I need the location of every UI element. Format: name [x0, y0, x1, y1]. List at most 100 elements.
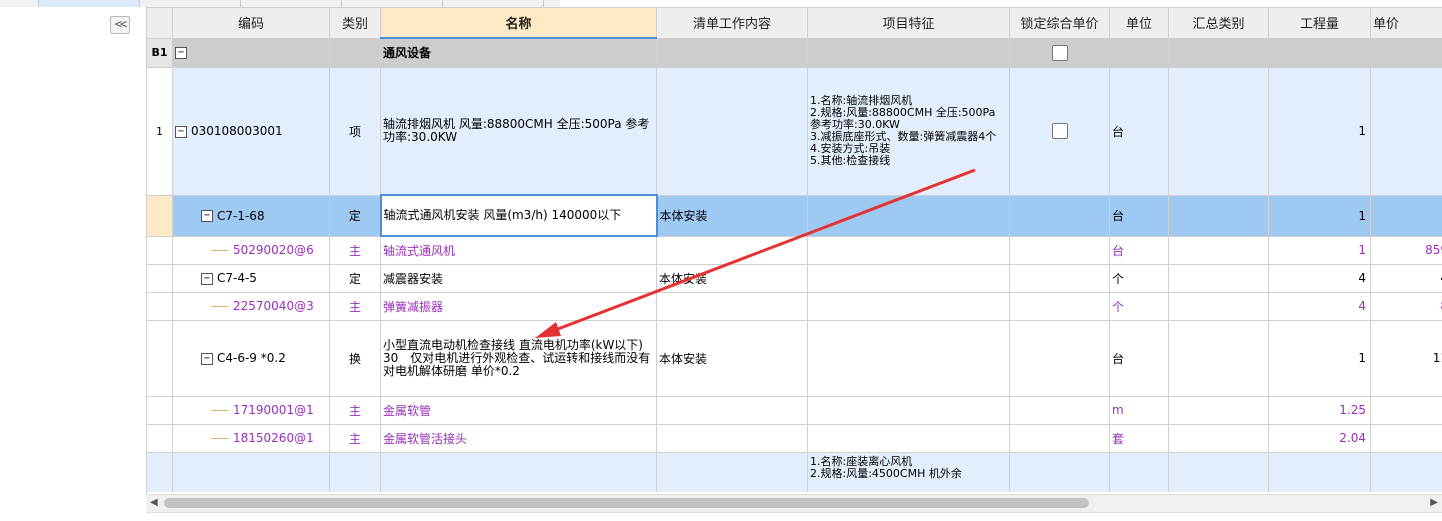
price-cell[interactable]	[1371, 38, 1442, 67]
price-cell[interactable]	[1371, 195, 1442, 236]
summary-cell[interactable]	[1169, 396, 1269, 424]
name-cell[interactable]: 小型直流电动机检查接线 直流电机功率(kW以下) 30 仅对电机进行外观检查、试…	[381, 320, 657, 396]
header-feature[interactable]: 项目特征	[808, 8, 1010, 39]
summary-cell[interactable]	[1169, 195, 1269, 236]
quantity-cell[interactable]	[1269, 452, 1371, 492]
unit-cell[interactable]	[1110, 452, 1169, 492]
content-cell[interactable]	[657, 452, 808, 492]
content-cell[interactable]: 本体安装	[657, 264, 808, 292]
lock-cell[interactable]	[1010, 396, 1110, 424]
summary-cell[interactable]	[1169, 320, 1269, 396]
feature-cell[interactable]	[808, 236, 1010, 264]
type-cell[interactable]: 定	[330, 264, 381, 292]
lock-checkbox[interactable]	[1052, 45, 1068, 61]
tab-3[interactable]	[140, 0, 241, 7]
collapse-panel-button[interactable]: <<	[110, 16, 130, 34]
collapse-icon[interactable]: −	[201, 353, 213, 365]
collapse-icon[interactable]: −	[175, 126, 187, 138]
scrollbar-thumb[interactable]	[164, 498, 1089, 508]
quantity-cell[interactable]: 1.25	[1269, 396, 1371, 424]
lock-cell[interactable]	[1010, 452, 1110, 492]
summary-cell[interactable]	[1169, 424, 1269, 452]
content-cell[interactable]	[657, 67, 808, 195]
type-cell[interactable]: 主	[330, 292, 381, 320]
lock-cell[interactable]	[1010, 236, 1110, 264]
feature-cell[interactable]	[808, 264, 1010, 292]
feature-cell[interactable]	[808, 396, 1010, 424]
lock-cell[interactable]	[1010, 320, 1110, 396]
table-row-material[interactable]: 17190001@1 主 金属软管 m 1.25	[147, 396, 1442, 424]
content-cell[interactable]: 本体安装	[657, 320, 808, 396]
price-cell[interactable]	[1371, 424, 1442, 452]
lock-cell[interactable]	[1010, 264, 1110, 292]
table-row-group[interactable]: B1 − 通风设备	[147, 38, 1442, 67]
tab-4[interactable]	[241, 0, 342, 7]
name-cell[interactable]: 金属软管	[381, 396, 657, 424]
unit-cell[interactable]: 个	[1110, 292, 1169, 320]
code-cell[interactable]: 22570040@3	[173, 292, 330, 320]
unit-cell[interactable]: 台	[1110, 195, 1169, 236]
tab-1[interactable]	[0, 0, 39, 7]
code-cell[interactable]: 18150260@1	[173, 424, 330, 452]
header-name[interactable]: 名称	[381, 8, 657, 39]
unit-cell[interactable]: 个	[1110, 264, 1169, 292]
table-row-material[interactable]: 18150260@1 主 金属软管活接头 套 2.04	[147, 424, 1442, 452]
type-cell[interactable]: 主	[330, 424, 381, 452]
header-content[interactable]: 清单工作内容	[657, 8, 808, 39]
feature-cell[interactable]	[808, 195, 1010, 236]
quantity-cell[interactable]: 2.04	[1269, 424, 1371, 452]
table-row-item[interactable]: 1.名称:座装离心风机 2.规格:风量:4500CMH 机外余	[147, 452, 1442, 492]
scroll-right-icon[interactable]: ▶	[1430, 497, 1438, 508]
feature-cell[interactable]	[808, 320, 1010, 396]
type-cell[interactable]: 换	[330, 320, 381, 396]
type-cell[interactable]: 项	[330, 67, 381, 195]
content-cell[interactable]	[657, 424, 808, 452]
content-cell[interactable]	[657, 236, 808, 264]
summary-cell[interactable]	[1169, 452, 1269, 492]
quantity-cell[interactable]: 1	[1269, 320, 1371, 396]
unit-cell[interactable]	[1110, 38, 1169, 67]
lock-cell[interactable]	[1010, 424, 1110, 452]
code-cell[interactable]: −C7-4-5	[173, 264, 330, 292]
unit-cell[interactable]: 台	[1110, 320, 1169, 396]
code-cell[interactable]: −030108003001	[173, 67, 330, 195]
unit-cell[interactable]: m	[1110, 396, 1169, 424]
header-type[interactable]: 类别	[330, 8, 381, 39]
lock-cell[interactable]	[1010, 195, 1110, 236]
collapse-icon[interactable]: −	[175, 47, 187, 59]
header-summary[interactable]: 汇总类别	[1169, 8, 1269, 39]
price-cell[interactable]: 859	[1371, 236, 1442, 264]
code-cell[interactable]: 50290020@6	[173, 236, 330, 264]
table-row-selected[interactable]: −C7-1-68 定 轴流式通风机安装 风量(m3/h) 140000以下 本体…	[147, 195, 1442, 236]
lock-cell[interactable]	[1010, 38, 1110, 67]
feature-cell[interactable]: 1.名称:轴流排烟风机 2.规格:风量:88800CMH 全压:500Pa 参考…	[808, 67, 1010, 195]
quantity-cell[interactable]: 1	[1269, 67, 1371, 195]
name-cell[interactable]: 轴流排烟风机 风量:88800CMH 全压:500Pa 参考功率:30.0KW	[381, 67, 657, 195]
header-unit[interactable]: 单位	[1110, 8, 1169, 39]
unit-cell[interactable]: 台	[1110, 236, 1169, 264]
content-cell[interactable]: 本体安装	[657, 195, 808, 236]
price-cell[interactable]	[1371, 67, 1442, 195]
horizontal-scrollbar[interactable]: ◀ ▶	[146, 494, 1442, 512]
header-lock-price[interactable]: 锁定综合单价	[1010, 8, 1110, 39]
type-cell[interactable]	[330, 452, 381, 492]
code-cell[interactable]: −	[173, 38, 330, 67]
tab-6[interactable]	[443, 0, 544, 7]
price-cell[interactable]: 11	[1371, 320, 1442, 396]
lock-checkbox[interactable]	[1052, 123, 1068, 139]
collapse-icon[interactable]: −	[201, 210, 213, 222]
content-cell[interactable]	[657, 38, 808, 67]
unit-cell[interactable]: 套	[1110, 424, 1169, 452]
feature-cell[interactable]: 1.名称:座装离心风机 2.规格:风量:4500CMH 机外余	[808, 452, 1010, 492]
scroll-left-icon[interactable]: ◀	[150, 497, 158, 508]
header-quantity[interactable]: 工程量	[1269, 8, 1371, 39]
price-cell[interactable]: 8	[1371, 292, 1442, 320]
table-row-item[interactable]: 1 −030108003001 项 轴流排烟风机 风量:88800CMH 全压:…	[147, 67, 1442, 195]
quantity-cell[interactable]: 1	[1269, 195, 1371, 236]
name-cell[interactable]: 弹簧减振器	[381, 292, 657, 320]
name-cell[interactable]: 减震器安装	[381, 264, 657, 292]
summary-cell[interactable]	[1169, 292, 1269, 320]
lock-cell[interactable]	[1010, 67, 1110, 195]
code-cell[interactable]: −C4-6-9 *0.2	[173, 320, 330, 396]
code-cell[interactable]: −C7-1-68	[173, 195, 330, 236]
